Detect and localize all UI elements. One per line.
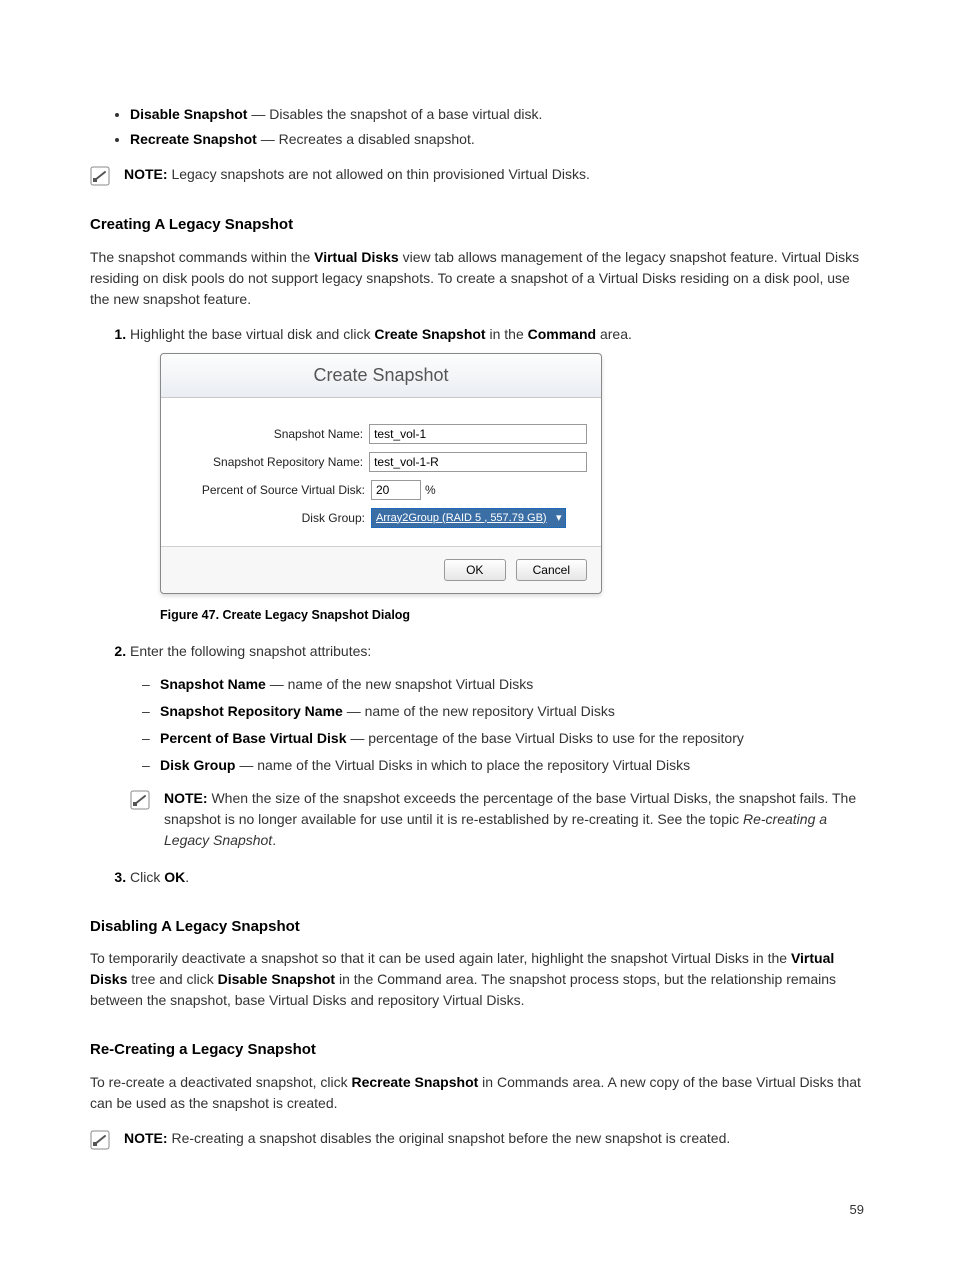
label: Snapshot Repository Name: — [175, 453, 369, 471]
list-item: Disk Group — name of the Virtual Disks i… — [160, 755, 864, 776]
note-label: NOTE: — [124, 1130, 168, 1146]
bold-text: Disable Snapshot — [130, 106, 247, 122]
bold-text: Disable Snapshot — [218, 971, 335, 987]
disk-group-select[interactable]: Array2Group (RAID 5 , 557.79 GB) — [371, 508, 566, 529]
ok-button[interactable]: OK — [444, 559, 506, 581]
list-item: Percent of Base Virtual Disk — percentag… — [160, 728, 864, 749]
text: Highlight the base virtual disk and clic… — [130, 326, 374, 342]
note-block: NOTE: Legacy snapshots are not allowed o… — [90, 164, 864, 186]
bold-text: Snapshot Repository Name — [160, 703, 343, 719]
cancel-button[interactable]: Cancel — [516, 559, 587, 581]
label: Snapshot Name: — [175, 425, 369, 443]
text: — name of the new snapshot Virtual Disks — [266, 676, 533, 692]
note-label: NOTE: — [124, 166, 168, 182]
text: . — [185, 869, 189, 885]
form-row-percent: Percent of Source Virtual Disk: % — [175, 480, 587, 500]
ordered-list: Highlight the base virtual disk and clic… — [90, 324, 864, 888]
snapshot-name-input[interactable] — [369, 424, 587, 444]
page: Disable Snapshot — Disables the snapshot… — [90, 104, 864, 1219]
text: — Disables the snapshot of a base virtua… — [247, 106, 542, 122]
text: in the — [486, 326, 528, 342]
note-icon — [90, 1130, 110, 1150]
note-block: NOTE: Re-creating a snapshot disables th… — [90, 1128, 864, 1150]
dialog-body: Snapshot Name: Snapshot Repository Name:… — [161, 398, 601, 547]
list-item: Snapshot Repository Name — name of the n… — [160, 701, 864, 722]
heading-recreating: Re-Creating a Legacy Snapshot — [90, 1039, 864, 1062]
text: The snapshot commands within the — [90, 249, 314, 265]
label: Disk Group: — [175, 509, 371, 527]
repo-name-input[interactable] — [369, 452, 587, 472]
note-text: NOTE: When the size of the snapshot exce… — [164, 788, 864, 851]
bold-text: Recreate Snapshot — [130, 131, 257, 147]
bold-text: OK — [164, 869, 185, 885]
note-text: NOTE: Legacy snapshots are not allowed o… — [124, 164, 864, 185]
label: Percent of Source Virtual Disk: — [175, 481, 371, 499]
figure-caption: Figure 47. Create Legacy Snapshot Dialog — [160, 606, 864, 625]
bold-text: Command — [528, 326, 596, 342]
bullet-list: Disable Snapshot — Disables the snapshot… — [90, 104, 864, 150]
text: To re-create a deactivated snapshot, cli… — [90, 1074, 351, 1090]
note-icon — [130, 790, 150, 810]
note-icon — [90, 166, 110, 186]
text: Legacy snapshots are not allowed on thin… — [168, 166, 590, 182]
form-row-snapshot-name: Snapshot Name: — [175, 424, 587, 444]
bold-text: Create Snapshot — [374, 326, 485, 342]
list-item-1: Highlight the base virtual disk and clic… — [130, 324, 864, 625]
form-row-repo-name: Snapshot Repository Name: — [175, 452, 587, 472]
note-text: NOTE: Re-creating a snapshot disables th… — [124, 1128, 864, 1149]
paragraph: To re-create a deactivated snapshot, cli… — [90, 1072, 864, 1114]
list-item-3: Click OK. — [130, 867, 864, 888]
text: — name of the Virtual Disks in which to … — [235, 757, 690, 773]
text: — percentage of the base Virtual Disks t… — [346, 730, 743, 746]
text: tree and click — [127, 971, 217, 987]
text: area. — [596, 326, 632, 342]
dialog-title: Create Snapshot — [161, 354, 601, 398]
heading-creating: Creating A Legacy Snapshot — [90, 214, 864, 237]
percent-sign: % — [425, 481, 436, 499]
text: — name of the new repository Virtual Dis… — [343, 703, 615, 719]
percent-input[interactable] — [371, 480, 421, 500]
dialog-buttons: OK Cancel — [161, 546, 601, 593]
bold-text: Percent of Base Virtual Disk — [160, 730, 346, 746]
text: Click — [130, 869, 164, 885]
form-row-disk-group: Disk Group: Array2Group (RAID 5 , 557.79… — [175, 508, 587, 529]
bold-text: Disk Group — [160, 757, 235, 773]
text: Enter the following snapshot attributes: — [130, 643, 371, 659]
list-item: Recreate Snapshot — Recreates a disabled… — [130, 129, 864, 150]
page-number: 59 — [90, 1200, 864, 1220]
text: — Recreates a disabled snapshot. — [257, 131, 475, 147]
note-block: NOTE: When the size of the snapshot exce… — [130, 788, 864, 851]
text: Re-creating a snapshot disables the orig… — [168, 1130, 731, 1146]
create-snapshot-dialog: Create Snapshot Snapshot Name: Snapshot … — [160, 353, 602, 595]
paragraph: To temporarily deactivate a snapshot so … — [90, 948, 864, 1011]
note-label: NOTE: — [164, 790, 208, 806]
bold-text: Virtual Disks — [314, 249, 399, 265]
text: To temporarily deactivate a snapshot so … — [90, 950, 791, 966]
list-item: Disable Snapshot — Disables the snapshot… — [130, 104, 864, 125]
bold-text: Recreate Snapshot — [351, 1074, 478, 1090]
dash-list: Snapshot Name — name of the new snapshot… — [130, 674, 864, 776]
bold-text: Snapshot Name — [160, 676, 266, 692]
list-item: Snapshot Name — name of the new snapshot… — [160, 674, 864, 695]
list-item-2: Enter the following snapshot attributes:… — [130, 641, 864, 851]
heading-disabling: Disabling A Legacy Snapshot — [90, 916, 864, 939]
text: . — [272, 832, 276, 848]
paragraph: The snapshot commands within the Virtual… — [90, 247, 864, 310]
